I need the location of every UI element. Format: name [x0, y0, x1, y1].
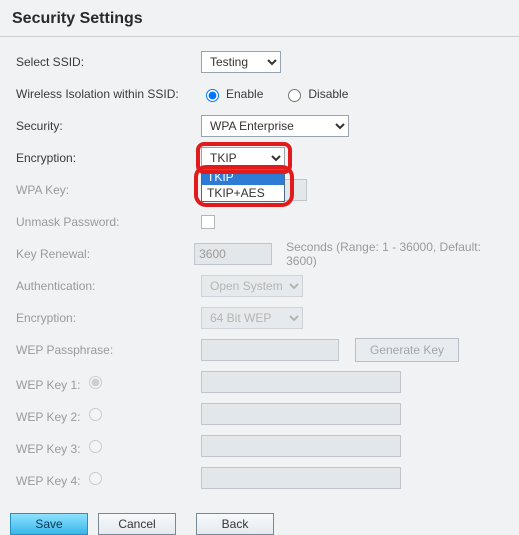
isolation-label: Wireless Isolation within SSID:	[16, 87, 201, 101]
unmask-checkbox	[201, 215, 215, 229]
encryption-label: Encryption:	[16, 151, 201, 165]
security-select[interactable]: WPA Enterprise	[201, 115, 349, 137]
button-bar: Save Cancel Back	[0, 505, 519, 535]
wep-key3-input	[201, 435, 401, 457]
wep-key1-input	[201, 371, 401, 393]
key-renewal-label: Key Renewal:	[16, 247, 194, 261]
encryption-dropdown-list: TKIP TKIP+AES	[201, 168, 285, 202]
isolation-enable-radio[interactable]	[206, 89, 219, 102]
wep-key3-label: WEP Key 3:	[16, 437, 201, 456]
security-label: Security:	[16, 119, 201, 133]
encryption-select[interactable]: TKIP	[201, 147, 285, 169]
encryption-option-tkip[interactable]: TKIP	[202, 169, 284, 185]
save-button[interactable]: Save	[10, 513, 88, 535]
ssid-label: Select SSID:	[16, 55, 201, 69]
wep-key4-radio	[89, 472, 102, 485]
wep-pass-label: WEP Passphrase:	[16, 343, 201, 357]
cancel-button[interactable]: Cancel	[98, 513, 176, 535]
isolation-disable-text: Disable	[308, 87, 348, 101]
wep-key2-input	[201, 403, 401, 425]
page-title: Security Settings	[0, 0, 519, 37]
ssid-select[interactable]: Testing	[201, 51, 281, 73]
isolation-disable-option[interactable]: Disable	[283, 86, 348, 102]
auth-select: Open System	[201, 275, 303, 297]
isolation-enable-text: Enable	[226, 87, 263, 101]
wep-enc-select: 64 Bit WEP	[201, 307, 303, 329]
key-renewal-hint: Seconds (Range: 1 - 36000, Default: 3600…	[286, 240, 503, 268]
back-button[interactable]: Back	[196, 513, 274, 535]
isolation-disable-radio[interactable]	[288, 89, 301, 102]
wep-key1-radio	[89, 376, 102, 389]
wep-enc-label: Encryption:	[16, 311, 201, 325]
settings-panel: Select SSID: Testing Wireless Isolation …	[0, 37, 519, 505]
wep-key2-label: WEP Key 2:	[16, 405, 201, 424]
auth-label: Authentication:	[16, 279, 201, 293]
generate-key-button: Generate Key	[355, 338, 459, 362]
key-renewal-input	[194, 243, 272, 265]
wep-key3-radio	[89, 440, 102, 453]
unmask-label: Unmask Password:	[16, 215, 201, 229]
wpa-key-label: WPA Key:	[16, 183, 201, 197]
isolation-enable-option[interactable]: Enable	[201, 86, 263, 102]
wep-key2-radio	[89, 408, 102, 421]
wep-key1-label: WEP Key 1:	[16, 373, 201, 392]
wep-key4-label: WEP Key 4:	[16, 469, 201, 488]
wep-pass-input	[201, 339, 339, 361]
wep-key4-input	[201, 467, 401, 489]
encryption-option-tkip-aes[interactable]: TKIP+AES	[202, 185, 284, 201]
